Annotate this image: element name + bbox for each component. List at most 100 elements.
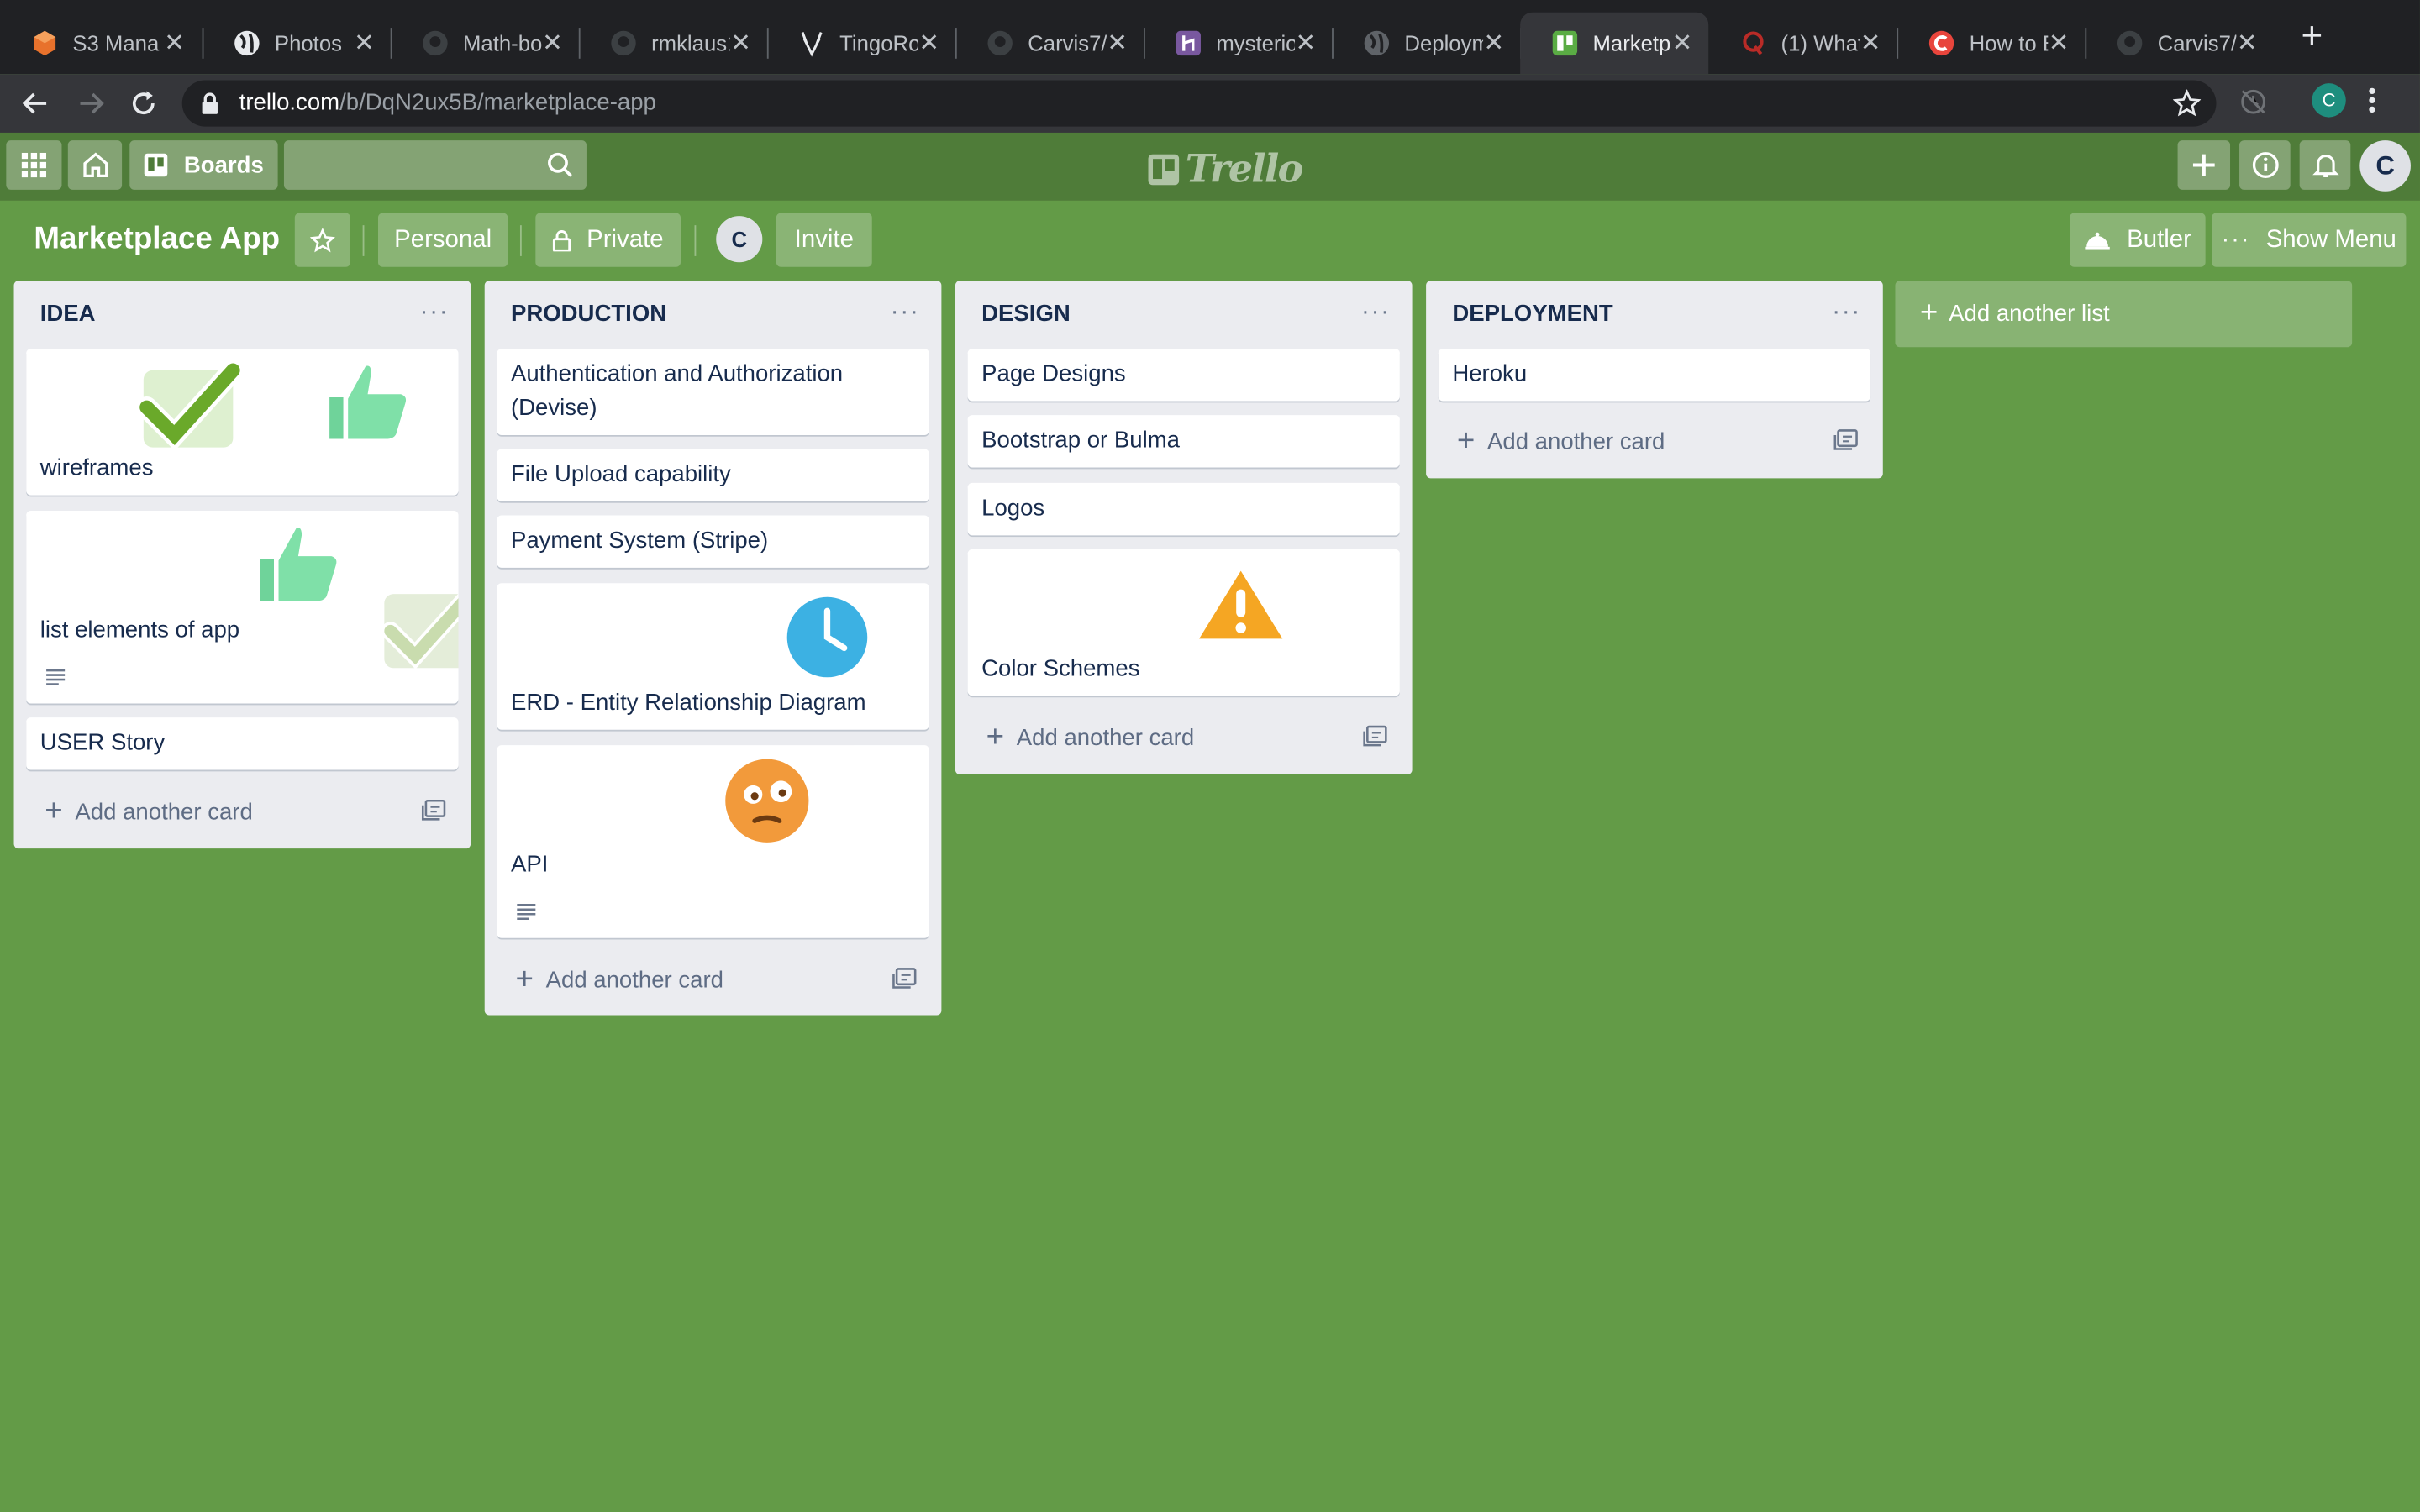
face-sticker [720, 754, 813, 848]
info-button[interactable] [2239, 140, 2291, 190]
card-template-icon[interactable] [892, 968, 917, 997]
butler-bell-icon [2085, 231, 2110, 249]
member-avatar[interactable]: C [2360, 140, 2411, 192]
browser-tab[interactable]: Photos ✕ [203, 13, 392, 74]
browser-tab[interactable]: Deploym ✕ [1332, 13, 1522, 74]
search-icon [546, 151, 574, 186]
card-payment-system[interactable]: Payment System (Stripe) [497, 515, 929, 568]
list-title[interactable]: PRODUCTION [511, 301, 666, 327]
board-header: Marketplace App Personal Private Invite … [0, 201, 2420, 281]
close-tab-icon[interactable]: ✕ [1483, 28, 1505, 59]
add-card-button[interactable]: + Add another card [986, 722, 1195, 753]
browser-tab[interactable]: TingoRo ✕ [767, 13, 957, 74]
show-menu-button[interactable]: ··· Show Menu [2211, 213, 2407, 267]
add-card-button[interactable]: + Add another card [45, 794, 253, 829]
browser-tab[interactable]: Math-bo ✕ [391, 13, 581, 74]
forward-button[interactable] [71, 83, 111, 123]
browser-tab[interactable]: Carvis7/ ✕ [2085, 13, 2273, 74]
browser-tab[interactable]: Carvis7/ ✕ [955, 13, 1145, 74]
butler-label: Butler [2127, 226, 2191, 253]
browser-tab[interactable]: How to B ✕ [1897, 13, 2087, 74]
card-bootstrap-bulma[interactable]: Bootstrap or Bulma [967, 415, 1400, 468]
close-tab-icon[interactable]: ✕ [2048, 28, 2070, 59]
trello-header: Boards Trello C [0, 132, 2420, 201]
close-tab-icon[interactable]: ✕ [2236, 28, 2258, 59]
browser-tab[interactable]: (1) What ✕ [1708, 13, 1899, 74]
card-api[interactable]: API [497, 745, 929, 938]
card-title: list elements of app [39, 617, 240, 643]
card-template-icon[interactable] [421, 799, 446, 828]
apps-button[interactable] [6, 140, 62, 190]
board-title[interactable]: Marketplace App [34, 222, 280, 257]
close-tab-icon[interactable]: ✕ [730, 28, 752, 59]
plus-icon: + [45, 794, 63, 829]
list-menu-icon[interactable]: ··· [420, 299, 450, 327]
lock-icon [201, 92, 219, 122]
browser-tab[interactable]: mysterio ✕ [1144, 13, 1334, 74]
card-list-elements[interactable]: list elements of app [26, 510, 459, 704]
list-title[interactable]: DESIGN [981, 301, 1071, 327]
add-card-button[interactable]: + Add another card [1456, 424, 1665, 459]
list-menu-icon[interactable]: ··· [891, 299, 920, 327]
list-title[interactable]: IDEA [40, 301, 96, 327]
close-tab-icon[interactable]: ✕ [1860, 28, 1881, 59]
card-color-schemes[interactable]: Color Schemes [967, 549, 1400, 696]
card-template-icon[interactable] [1363, 725, 1387, 754]
create-button[interactable] [2177, 140, 2231, 190]
boards-button[interactable]: Boards [129, 140, 278, 190]
card-heroku[interactable]: Heroku [1438, 349, 1871, 402]
thumbs-up-sticker [324, 361, 411, 444]
bookmark-star-icon[interactable] [2172, 88, 2202, 125]
browser-tab[interactable]: rmklaus1 ✕ [579, 13, 769, 74]
star-board-button[interactable] [294, 213, 350, 267]
close-tab-icon[interactable]: ✕ [1671, 28, 1693, 59]
tab-title: mysterio [1216, 30, 1295, 56]
browser-menu-icon[interactable] [2367, 87, 2376, 122]
card-file-upload[interactable]: File Upload capability [497, 449, 929, 501]
card-authentication[interactable]: Authentication and Authorization (Devise… [497, 349, 929, 435]
address-bar[interactable]: trello.com/b/DqN2ux5B/marketplace-app [182, 80, 2217, 127]
team-visibility-button[interactable]: Personal [377, 213, 508, 267]
description-icon [515, 901, 537, 927]
close-tab-icon[interactable]: ✕ [354, 28, 376, 59]
add-list-button[interactable]: + Add another list [1895, 281, 2353, 348]
github-icon [609, 29, 637, 57]
add-card-button[interactable]: + Add another card [515, 964, 723, 995]
browser-tab-active[interactable]: Marketpl ✕ [1520, 12, 1709, 75]
back-button[interactable] [15, 83, 55, 123]
info-icon [2251, 152, 2278, 178]
browser-tab[interactable]: S3 Mana ✕ [0, 13, 204, 74]
extension-icon[interactable] [2238, 87, 2269, 125]
invite-button[interactable]: Invite [776, 213, 872, 267]
search-input[interactable] [283, 140, 587, 190]
home-button[interactable] [67, 140, 123, 190]
close-tab-icon[interactable]: ✕ [542, 28, 564, 59]
close-tab-icon[interactable]: ✕ [1107, 28, 1128, 59]
plus-icon: + [1456, 424, 1476, 459]
trello-logo[interactable]: Trello [1148, 146, 1303, 192]
card-wireframes[interactable]: wireframes [26, 349, 459, 496]
globe-icon [233, 29, 260, 57]
card-logos[interactable]: Logos [967, 482, 1400, 536]
list-menu-icon[interactable]: ··· [1832, 299, 1861, 327]
butler-button[interactable]: Butler [2070, 213, 2206, 267]
boards-label: Boards [183, 151, 264, 179]
new-tab-button[interactable]: + [2293, 18, 2330, 55]
card-title: API [510, 851, 549, 879]
card-page-designs[interactable]: Page Designs [967, 349, 1400, 402]
privacy-button[interactable]: Private [535, 213, 681, 267]
notifications-button[interactable] [2299, 140, 2351, 190]
tab-title: S3 Mana [72, 30, 160, 56]
browser-profile-avatar[interactable]: C [2312, 83, 2346, 118]
board-member-avatar[interactable]: C [716, 216, 763, 263]
card-user-story[interactable]: USER Story [26, 717, 459, 770]
card-erd[interactable]: ERD - Entity Relationship Diagram [497, 583, 929, 730]
reload-button[interactable] [124, 83, 164, 123]
tab-title: How to B [1969, 30, 2049, 56]
close-tab-icon[interactable]: ✕ [1295, 28, 1317, 59]
list-title[interactable]: DEPLOYMENT [1452, 301, 1612, 327]
card-template-icon[interactable] [1833, 429, 1858, 459]
close-tab-icon[interactable]: ✕ [918, 28, 940, 59]
list-menu-icon[interactable]: ··· [1361, 299, 1391, 327]
close-tab-icon[interactable]: ✕ [162, 28, 187, 59]
